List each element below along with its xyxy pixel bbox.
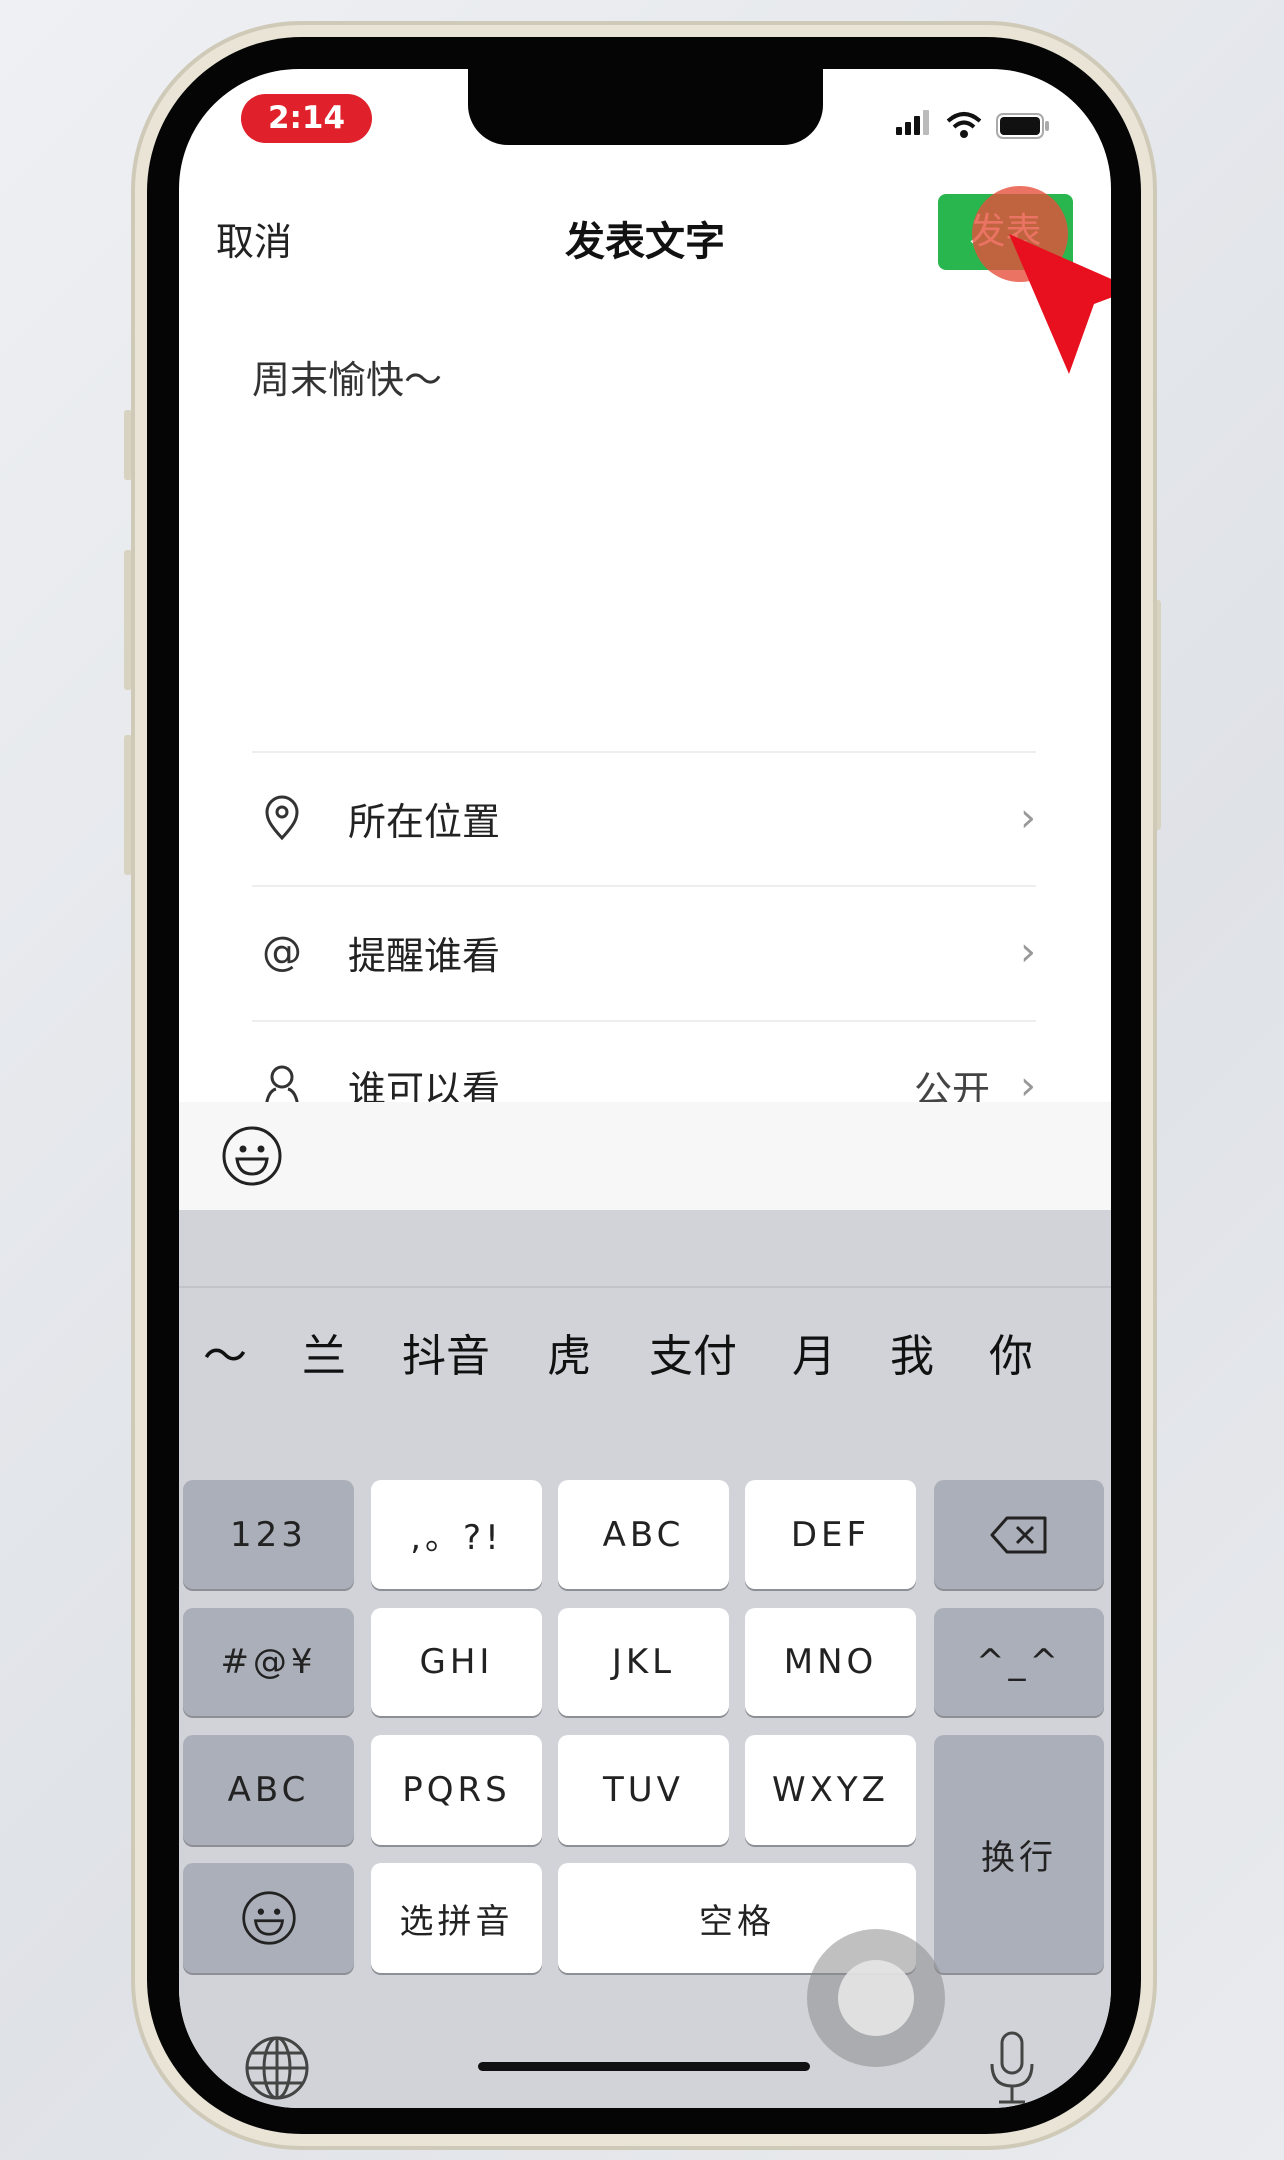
red-arrow-pointer-icon: [1009, 234, 1111, 374]
assistive-touch-inner: [838, 1960, 914, 2036]
candidate[interactable]: 兰: [302, 1320, 346, 1384]
emoji-icon: [241, 1891, 296, 1945]
key-def[interactable]: DEF: [745, 1480, 916, 1589]
at-icon: @: [262, 929, 302, 975]
option-label: 提醒谁看: [348, 933, 501, 978]
divider: [252, 751, 1036, 753]
divider: [252, 1020, 1036, 1022]
key-tuv[interactable]: TUV: [558, 1735, 729, 1845]
home-indicator[interactable]: [478, 2062, 810, 2071]
key-jkl[interactable]: JKL: [558, 1608, 729, 1716]
key-abc-2[interactable]: ABC: [558, 1480, 729, 1589]
wifi-icon: [946, 112, 982, 138]
option-location[interactable]: 所在位置 ›: [252, 773, 1036, 863]
globe-icon[interactable]: [244, 2035, 310, 2101]
candidate[interactable]: 虎: [547, 1320, 591, 1384]
key-wxyz[interactable]: WXYZ: [745, 1735, 916, 1845]
chevron-right-icon: ›: [1020, 795, 1036, 841]
key-123[interactable]: 123: [183, 1480, 354, 1589]
status-time: 2:14: [241, 94, 372, 143]
candidate[interactable]: 你: [989, 1320, 1033, 1384]
candidate[interactable]: ～: [203, 1320, 247, 1384]
post-text-input[interactable]: 周末愉快～: [252, 349, 442, 404]
microphone-icon[interactable]: [987, 2030, 1037, 2106]
cellular-signal-icon: [896, 110, 932, 139]
key-symbols[interactable]: #@¥: [183, 1608, 354, 1716]
notch: [468, 69, 823, 145]
location-pin-icon: [265, 795, 299, 841]
emoji-icon[interactable]: [221, 1125, 283, 1187]
return-key[interactable]: 换行: [934, 1735, 1104, 1973]
keyboard: ～ 兰 抖音 虎 支付 月 我 你 123 ,。?! ABC DEF #@¥ G…: [179, 1210, 1111, 2108]
assistive-touch-button[interactable]: [807, 1929, 945, 2067]
chevron-right-icon: ›: [1020, 929, 1036, 975]
key-mno[interactable]: MNO: [745, 1608, 916, 1716]
key-pqrs[interactable]: PQRS: [371, 1735, 542, 1845]
option-mention[interactable]: @ 提醒谁看 ›: [252, 907, 1036, 997]
candidate[interactable]: 月: [792, 1320, 836, 1384]
candidate[interactable]: 抖音: [402, 1320, 490, 1384]
divider: [252, 885, 1036, 887]
key-abc[interactable]: ABC: [183, 1735, 354, 1845]
delete-key[interactable]: [934, 1480, 1104, 1589]
key-punctuation[interactable]: ,。?!: [371, 1480, 542, 1589]
battery-icon: [996, 113, 1049, 139]
key-kaomoji[interactable]: ^_^: [934, 1608, 1104, 1716]
option-label: 所在位置: [348, 799, 501, 844]
backspace-icon: [990, 1516, 1047, 1553]
emoji-key[interactable]: [183, 1863, 354, 1973]
emoji-toolbar: [179, 1102, 1111, 1210]
candidate[interactable]: 支付: [649, 1320, 737, 1384]
key-pinyin[interactable]: 选拼音: [371, 1863, 542, 1973]
phone-screen: 2:14 取消 发表文字 发表 周末愉快～ 所在位置 › @ 提醒谁看 › 谁可…: [179, 69, 1111, 2108]
divider: [179, 1286, 1111, 1288]
status-icons: [896, 109, 1050, 139]
key-ghi[interactable]: GHI: [371, 1608, 542, 1716]
candidate[interactable]: 我: [890, 1320, 934, 1384]
